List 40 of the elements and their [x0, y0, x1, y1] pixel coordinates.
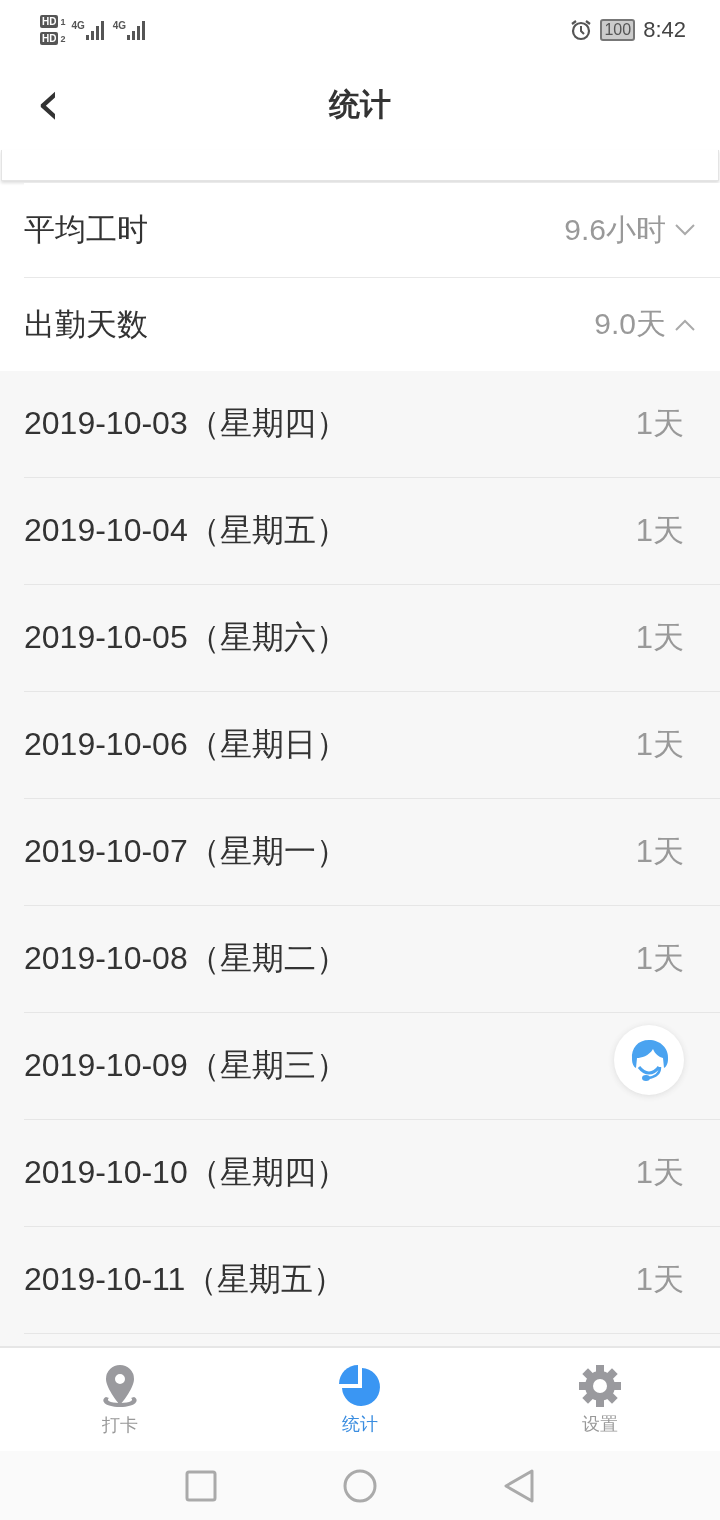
day-count: 1天: [635, 833, 684, 871]
sim-slot: 1: [60, 16, 66, 27]
stat-label: 平均工时: [24, 211, 149, 249]
stat-value: 9.6小时: [564, 211, 666, 248]
back-icon[interactable]: [503, 1469, 535, 1503]
date-label: 2019-10-11（星期五）: [24, 1260, 346, 1299]
date-label: 2019-10-04（星期五）: [24, 511, 348, 550]
day-count: 1天: [635, 619, 684, 657]
location-pin-icon: [100, 1362, 140, 1409]
page-title: 统计: [329, 86, 391, 124]
date-label: 2019-10-08（星期二）: [24, 939, 348, 978]
network-type: 4G: [71, 20, 85, 31]
pie-chart-icon: [338, 1363, 382, 1408]
day-count: 1天: [635, 1261, 684, 1299]
date-label: 2019-10-07（星期一）: [24, 832, 348, 871]
network-type: 4G: [112, 20, 127, 31]
day-count: 1天: [635, 1154, 684, 1192]
stat-value: 9.0天: [594, 306, 666, 342]
back-button[interactable]: ‹: [30, 68, 67, 138]
date-label: 2019-10-06（星期日）: [24, 725, 348, 764]
date-label: 2019-10-10（星期四）: [24, 1153, 348, 1192]
date-label: 2019-10-05（星期六）: [24, 618, 348, 657]
signal-icon: [84, 20, 107, 40]
date-label: 2019-10-09（星期三）: [24, 1046, 348, 1085]
alarm-icon: [570, 19, 593, 41]
day-count: 1天: [635, 405, 684, 443]
hd-badge: HD: [40, 32, 59, 45]
nav-tab[interactable]: 统计: [240, 1348, 480, 1451]
settings-icon: [578, 1363, 622, 1408]
hd-badge: HD: [40, 15, 59, 28]
stat-label: 出勤天数: [24, 305, 149, 344]
date-label: 2019-10-03（星期四）: [24, 404, 348, 443]
battery-indicator: 100: [600, 19, 636, 41]
recent-apps-icon[interactable]: [185, 1470, 217, 1502]
home-icon[interactable]: [343, 1469, 377, 1503]
sim-slot: 2: [60, 33, 66, 44]
day-count: 1天: [635, 726, 684, 764]
day-count: 1天: [635, 940, 684, 978]
status-time: 8:42: [643, 17, 686, 43]
day-count: 1天: [635, 512, 684, 550]
